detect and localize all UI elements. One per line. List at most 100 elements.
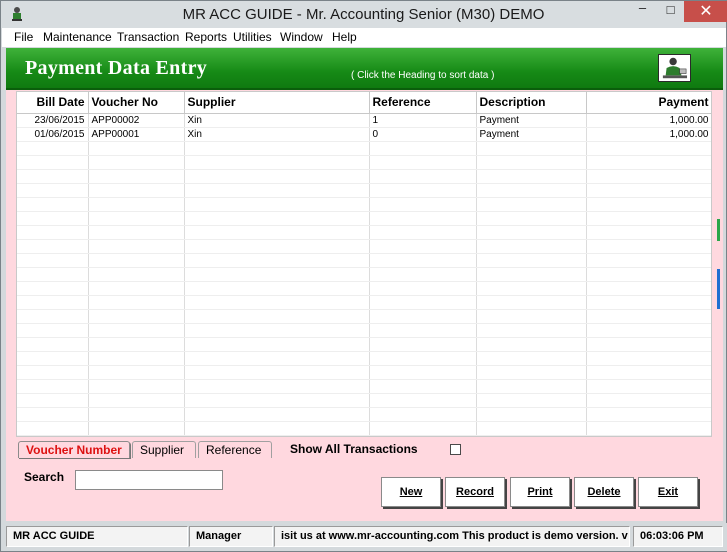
empty-cell	[17, 295, 89, 310]
record-button[interactable]: Record	[445, 477, 505, 507]
column-header-voucher-no[interactable]: Voucher No	[88, 92, 185, 114]
show-all-label: Show All Transactions	[290, 442, 418, 456]
exit-button[interactable]: Exit	[638, 477, 698, 507]
empty-row	[17, 365, 711, 380]
menu-file[interactable]: File	[14, 30, 33, 44]
empty-cell	[476, 365, 587, 380]
accountant-figure-icon	[658, 54, 691, 82]
empty-cell	[17, 197, 89, 212]
new-button[interactable]: New	[381, 477, 441, 507]
empty-cell	[476, 379, 587, 394]
column-header-bill-date[interactable]: Bill Date	[17, 92, 89, 114]
empty-cell	[586, 407, 711, 422]
empty-cell	[184, 267, 370, 282]
cell-reference: 1	[369, 113, 477, 128]
empty-cell	[586, 421, 711, 436]
empty-cell	[184, 393, 370, 408]
app-window: MR ACC GUIDE - Mr. Accounting Senior (M3…	[0, 0, 727, 552]
delete-button[interactable]: Delete	[574, 477, 634, 507]
empty-cell	[88, 211, 185, 226]
maximize-button[interactable]: □	[657, 1, 684, 22]
empty-cell	[184, 365, 370, 380]
empty-cell	[586, 379, 711, 394]
empty-cell	[184, 281, 370, 296]
empty-cell	[476, 141, 587, 156]
empty-cell	[88, 295, 185, 310]
empty-cell	[17, 309, 89, 324]
close-button[interactable]: ✕	[684, 1, 727, 22]
cell-payment: 1,000.00	[586, 127, 711, 142]
empty-cell	[476, 155, 587, 170]
empty-cell	[17, 253, 89, 268]
new-button-label: New	[399, 486, 423, 498]
tab-voucher-number[interactable]: Voucher Number	[18, 441, 130, 458]
column-header-description[interactable]: Description	[476, 92, 587, 114]
empty-row	[17, 169, 711, 184]
minimize-button[interactable]: –	[628, 1, 657, 22]
menu-utilities[interactable]: Utilities	[233, 30, 272, 44]
cell-voucher-no: APP00002	[88, 113, 185, 128]
empty-cell	[476, 295, 587, 310]
empty-cell	[88, 267, 185, 282]
cell-bill-date: 01/06/2015	[17, 127, 89, 142]
table-row[interactable]: 01/06/2015 APP00001 Xin 0 Payment 1,000.…	[17, 127, 711, 142]
empty-cell	[184, 155, 370, 170]
empty-row	[17, 393, 711, 408]
empty-cell	[88, 323, 185, 338]
empty-cell	[369, 253, 477, 268]
empty-cell	[369, 393, 477, 408]
empty-cell	[88, 141, 185, 156]
page-header: Payment Data Entry ( Click the Heading t…	[6, 48, 723, 90]
empty-cell	[369, 239, 477, 254]
menu-help[interactable]: Help	[332, 30, 357, 44]
empty-row	[17, 267, 711, 282]
empty-cell	[369, 421, 477, 436]
exit-button-label: Exit	[657, 486, 679, 498]
tab-reference[interactable]: Reference	[198, 441, 272, 458]
empty-row	[17, 239, 711, 254]
empty-cell	[586, 155, 711, 170]
empty-cell	[476, 351, 587, 366]
empty-cell	[184, 379, 370, 394]
tab-supplier[interactable]: Supplier	[132, 441, 196, 458]
empty-cell	[586, 267, 711, 282]
scroll-edge-mark	[717, 219, 720, 241]
menu-reports[interactable]: Reports	[185, 30, 227, 44]
empty-cell	[88, 239, 185, 254]
payment-grid[interactable]: Bill Date Voucher No Supplier Reference …	[16, 91, 712, 437]
empty-row	[17, 253, 711, 268]
empty-row	[17, 295, 711, 310]
menu-window[interactable]: Window	[280, 30, 323, 44]
empty-cell	[88, 337, 185, 352]
page-title: Payment Data Entry	[25, 57, 208, 79]
menu-maintenance[interactable]: Maintenance	[43, 30, 112, 44]
search-input[interactable]	[75, 470, 223, 490]
show-all-checkbox[interactable]	[450, 444, 461, 455]
empty-cell	[586, 225, 711, 240]
empty-cell	[184, 323, 370, 338]
table-row[interactable]: 23/06/2015 APP00002 Xin 1 Payment 1,000.…	[17, 113, 711, 128]
cell-description: Payment	[476, 113, 587, 128]
column-header-payment[interactable]: Payment	[586, 92, 711, 114]
empty-cell	[586, 323, 711, 338]
title-bar[interactable]: MR ACC GUIDE - Mr. Accounting Senior (M3…	[1, 1, 727, 28]
empty-cell	[586, 281, 711, 296]
empty-cell	[184, 421, 370, 436]
empty-cell	[476, 323, 587, 338]
empty-cell	[369, 365, 477, 380]
cell-supplier: Xin	[184, 127, 370, 142]
empty-cell	[88, 421, 185, 436]
empty-cell	[184, 211, 370, 226]
column-header-reference[interactable]: Reference	[369, 92, 477, 114]
empty-cell	[369, 183, 477, 198]
menu-transaction[interactable]: Transaction	[117, 30, 179, 44]
column-header-supplier[interactable]: Supplier	[184, 92, 370, 114]
empty-cell	[476, 309, 587, 324]
empty-cell	[476, 337, 587, 352]
empty-cell	[88, 309, 185, 324]
empty-cell	[369, 197, 477, 212]
empty-cell	[369, 407, 477, 422]
empty-cell	[184, 183, 370, 198]
empty-row	[17, 155, 711, 170]
print-button[interactable]: Print	[510, 477, 570, 507]
